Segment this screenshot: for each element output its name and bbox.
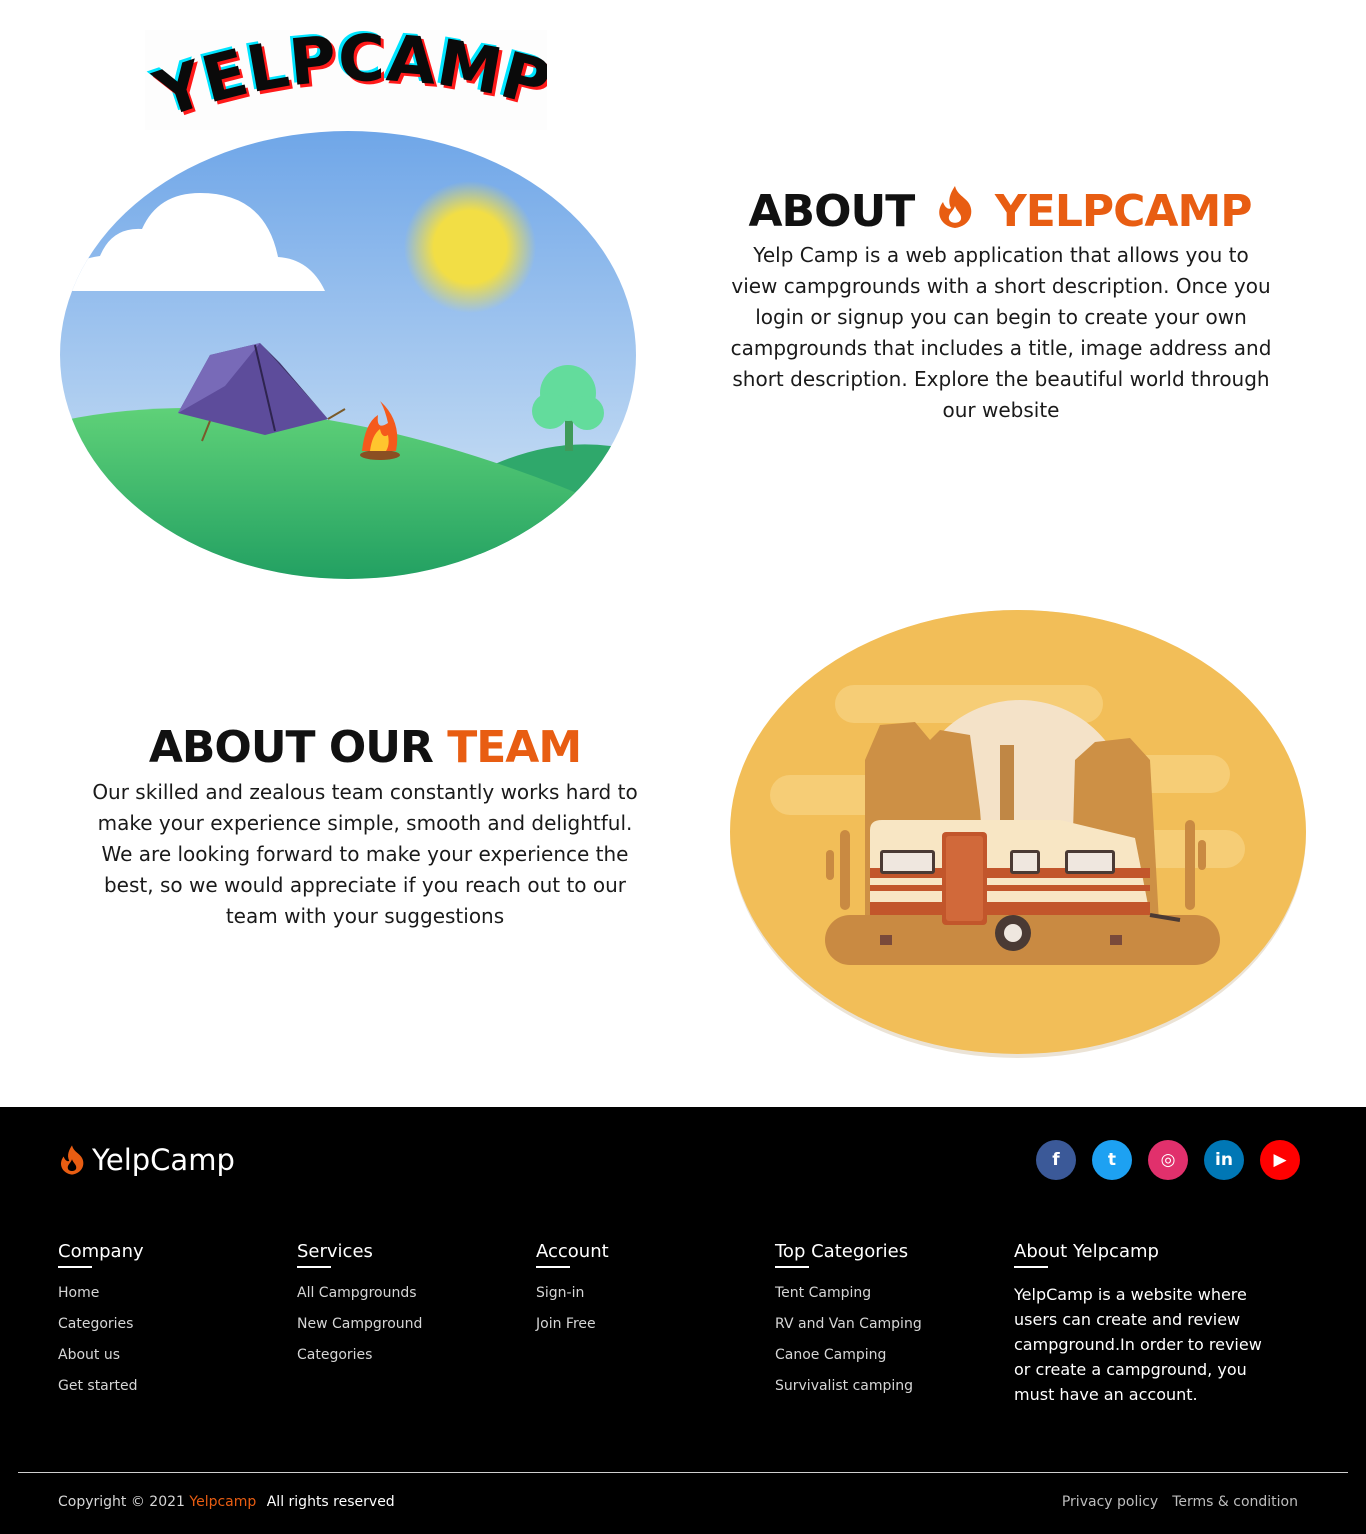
about-description: Yelp Camp is a web application that allo… [730, 243, 1272, 422]
footer-link-survivalist-camping[interactable]: Survivalist camping [775, 1375, 922, 1406]
footer-link-rv-van-camping[interactable]: RV and Van Camping [775, 1313, 922, 1344]
site-footer: YelpCamp f t ◎ in ▶ Company Home Categor… [0, 1107, 1366, 1534]
footer-link-all-campgrounds[interactable]: All Campgrounds [297, 1282, 422, 1313]
footer-column-about: About Yelpcamp YelpCamp is a website whe… [1014, 1241, 1264, 1407]
column-title: Company [58, 1241, 144, 1268]
footer-about-text: YelpCamp is a website where users can cr… [1014, 1285, 1262, 1404]
column-title: Top Categories [775, 1241, 922, 1268]
flame-icon [938, 186, 971, 228]
about-team-heading: ABOUT OUR TEAM [70, 722, 660, 773]
twitter-icon[interactable]: t [1092, 1140, 1132, 1180]
footer-brand-name: YelpCamp [92, 1143, 235, 1177]
footer-link-categories[interactable]: Categories [58, 1313, 144, 1344]
legal-links: Privacy policy Terms & condition [1062, 1494, 1298, 1510]
footer-link-get-started[interactable]: Get started [58, 1375, 144, 1406]
terms-link[interactable]: Terms & condition [1172, 1494, 1298, 1510]
flame-icon [61, 1145, 84, 1175]
copyright-brand-link[interactable]: Yelpcamp [189, 1494, 256, 1510]
youtube-icon[interactable]: ▶ [1260, 1140, 1300, 1180]
team-description: Our skilled and zealous team constantly … [92, 780, 638, 928]
svg-text:YELPCAMP: YELPCAMP [146, 30, 547, 130]
team-title-accent: TEAM [447, 722, 582, 773]
footer-column-top-categories: Top Categories Tent Camping RV and Van C… [775, 1241, 922, 1406]
footer-brand[interactable]: YelpCamp [58, 1143, 235, 1177]
linkedin-icon[interactable]: in [1204, 1140, 1244, 1180]
footer-divider [18, 1472, 1348, 1473]
copyright-prefix: Copyright © 2021 [58, 1494, 185, 1510]
about-title-prefix: ABOUT [748, 186, 916, 237]
instagram-icon[interactable]: ◎ [1148, 1140, 1188, 1180]
copyright-suffix: All rights reserved [266, 1494, 395, 1510]
column-title: Account [536, 1241, 609, 1268]
footer-column-services: Services All Campgrounds New Campground … [297, 1241, 422, 1375]
camping-illustration [60, 131, 636, 579]
copyright: Copyright © 2021 Yelpcamp All rights res… [58, 1494, 395, 1510]
about-yelpcamp-heading: ABOUT YELPCAMP [700, 184, 1300, 237]
site-logo[interactable]: YELPCAMP YELPCAMP YELPCAMP [143, 20, 561, 136]
logo-text: YELPCAMP [146, 22, 558, 133]
facebook-icon[interactable]: f [1036, 1140, 1076, 1180]
about-title-accent: YELPCAMP [994, 186, 1253, 237]
footer-link-sign-in[interactable]: Sign-in [536, 1282, 609, 1313]
footer-link-new-campground[interactable]: New Campground [297, 1313, 422, 1344]
footer-column-account: Account Sign-in Join Free [536, 1241, 609, 1344]
yelpcamp-logo-graphic: YELPCAMP YELPCAMP YELPCAMP [143, 20, 561, 136]
social-links: f t ◎ in ▶ [1036, 1140, 1300, 1180]
footer-link-join-free[interactable]: Join Free [536, 1313, 609, 1344]
footer-link-about-us[interactable]: About us [58, 1344, 144, 1375]
column-title: Services [297, 1241, 422, 1268]
footer-link-categories[interactable]: Categories [297, 1344, 422, 1375]
footer-column-company: Company Home Categories About us Get sta… [58, 1241, 144, 1406]
footer-link-canoe-camping[interactable]: Canoe Camping [775, 1344, 922, 1375]
rv-camping-illustration [730, 610, 1306, 1060]
footer-link-tent-camping[interactable]: Tent Camping [775, 1282, 922, 1313]
privacy-policy-link[interactable]: Privacy policy [1062, 1494, 1158, 1510]
team-title-prefix: ABOUT OUR [148, 722, 434, 773]
column-title: About Yelpcamp [1014, 1241, 1264, 1268]
footer-link-home[interactable]: Home [58, 1282, 144, 1313]
